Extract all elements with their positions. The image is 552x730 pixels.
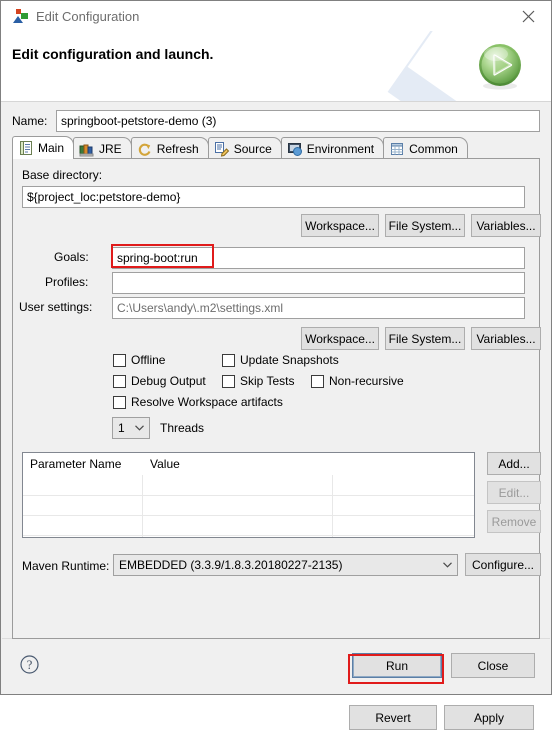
table-col-divider-2 (332, 475, 333, 537)
checkbox-offline[interactable]: Offline (113, 353, 165, 367)
checkbox-skip-tests[interactable]: Skip Tests (222, 374, 294, 388)
threads-combo[interactable]: 1 (112, 417, 150, 439)
configure-maven-runtime-button[interactable]: Configure... (465, 553, 541, 576)
edit-parameter-button: Edit... (487, 481, 541, 504)
dialog-header: Edit configuration and launch. (1, 31, 551, 102)
name-row: Name: (12, 110, 540, 132)
user-settings-workspace-button[interactable]: Workspace... (301, 327, 379, 350)
remove-parameter-button: Remove (487, 510, 541, 533)
tab-refresh-label: Refresh (156, 141, 199, 156)
refresh-tab-icon (137, 141, 153, 157)
checkbox-skip-tests-box[interactable] (222, 374, 235, 388)
goals-input[interactable] (112, 247, 525, 269)
table-row[interactable] (23, 535, 474, 537)
maven-runtime-value: EMBEDDED (3.3.9/1.8.3.20180227-2135) (119, 558, 343, 572)
maven-runtime-label: Maven Runtime: (22, 559, 110, 573)
checkbox-offline-box[interactable] (113, 353, 126, 367)
profiles-input[interactable] (112, 272, 525, 294)
table-header-parameter-name: Parameter Name (30, 457, 122, 471)
table-row[interactable] (23, 475, 474, 495)
apply-button[interactable]: Apply (444, 705, 534, 730)
checkbox-offline-label: Offline (131, 353, 166, 367)
table-header-blank (333, 453, 474, 475)
page-title: Edit configuration and launch. (12, 46, 214, 62)
svg-text:?: ? (27, 658, 33, 672)
close-button[interactable]: Close (451, 653, 535, 678)
checkbox-skip-tests-label: Skip Tests (240, 374, 295, 388)
base-dir-file-system-button[interactable]: File System... (385, 214, 465, 237)
tab-refresh[interactable]: Refresh (130, 137, 209, 159)
help-icon[interactable]: ? (20, 655, 39, 674)
tab-bar: Main JRE Refresh Source Environment Comm… (12, 136, 540, 159)
tab-source-label: Source (233, 141, 272, 156)
base-directory-input[interactable] (22, 186, 525, 208)
source-tab-icon (214, 141, 230, 157)
add-parameter-button[interactable]: Add... (487, 452, 541, 475)
launch-config-icon (12, 8, 28, 24)
user-settings-label: User settings: (19, 300, 93, 314)
checkbox-debug-output-label: Debug Output (131, 374, 206, 388)
user-settings-file-system-button[interactable]: File System... (385, 327, 465, 350)
tab-main-label: Main (38, 141, 65, 155)
run-play-icon (475, 41, 525, 91)
checkbox-non-recursive-label: Non-recursive (329, 374, 404, 388)
environment-tab-icon (287, 141, 303, 157)
table-row[interactable] (23, 495, 474, 515)
tab-jre[interactable]: JRE (73, 137, 132, 159)
tab-common-label: Common (409, 141, 458, 156)
table-col-divider-1 (142, 475, 143, 537)
checkbox-resolve-workspace-artifacts[interactable]: Resolve Workspace artifacts (113, 395, 283, 409)
maven-runtime-combo[interactable]: EMBEDDED (3.3.9/1.8.3.20180227-2135) (113, 554, 458, 576)
table-row[interactable] (23, 515, 474, 535)
chevron-down-icon (129, 418, 149, 438)
chevron-down-icon (437, 555, 457, 575)
edit-configuration-dialog: Edit Configuration Edit configuration an… (0, 0, 552, 730)
run-button[interactable]: Run (352, 653, 442, 678)
user-settings-variables-button[interactable]: Variables... (471, 327, 541, 350)
dialog-footer: ? Run Close (2, 638, 550, 693)
checkbox-update-snapshots[interactable]: Update Snapshots (222, 353, 339, 367)
profiles-label: Profiles: (45, 275, 89, 289)
threads-label: Threads (160, 421, 205, 435)
table-header-row: Parameter Name Value (23, 453, 474, 475)
tab-source[interactable]: Source (207, 137, 282, 159)
base-dir-workspace-button[interactable]: Workspace... (301, 214, 379, 237)
name-input[interactable] (56, 110, 540, 132)
parameters-table[interactable]: Parameter Name Value (22, 452, 475, 538)
checkbox-debug-output[interactable]: Debug Output (113, 374, 206, 388)
checkbox-resolve-workspace-artifacts-box[interactable] (113, 395, 126, 409)
tab-common[interactable]: Common (383, 137, 468, 159)
close-icon[interactable] (505, 1, 551, 31)
tab-folder: Main JRE Refresh Source Environment Comm… (12, 136, 541, 639)
checkbox-update-snapshots-label: Update Snapshots (240, 353, 339, 367)
title-bar: Edit Configuration (1, 1, 551, 31)
tab-main[interactable]: Main (12, 136, 75, 159)
checkbox-non-recursive-box[interactable] (311, 374, 324, 388)
user-settings-input[interactable] (112, 297, 525, 319)
checkbox-resolve-workspace-artifacts-label: Resolve Workspace artifacts (131, 395, 283, 409)
table-header-value: Value (150, 457, 180, 471)
common-tab-icon (389, 141, 405, 157)
goals-label: Goals: (54, 250, 89, 264)
main-tab-icon (18, 140, 34, 156)
tab-environment-label: Environment (306, 141, 375, 156)
base-dir-variables-button[interactable]: Variables... (471, 214, 541, 237)
dialog-body: Name: Main (1, 102, 551, 730)
jre-tab-icon (79, 141, 95, 157)
base-directory-label: Base directory: (22, 168, 103, 182)
main-tab-panel: Base directory: Workspace... File System… (12, 158, 541, 639)
checkbox-non-recursive[interactable]: Non-recursive (311, 374, 404, 388)
checkbox-debug-output-box[interactable] (113, 374, 126, 388)
name-label: Name: (12, 114, 48, 128)
tab-jre-label: JRE (99, 141, 122, 156)
window-title: Edit Configuration (36, 8, 140, 24)
revert-button[interactable]: Revert (349, 705, 437, 730)
threads-combo-value: 1 (118, 421, 125, 435)
checkbox-update-snapshots-box[interactable] (222, 353, 235, 367)
tab-environment[interactable]: Environment (280, 137, 385, 159)
